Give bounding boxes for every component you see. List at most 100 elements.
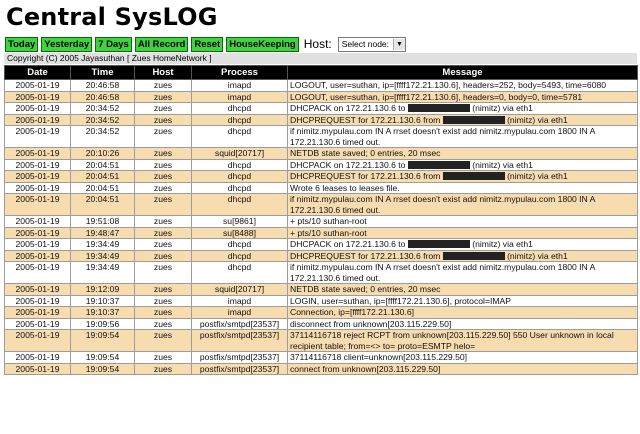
message-text-suffix: (nimitz) via eth1 — [504, 114, 568, 125]
cell-date: 2005-01-19 — [4, 90, 71, 103]
host-label: Host: — [303, 37, 332, 51]
cell-message: DHCPREQUEST for 172.21.130.6 from (nimit… — [287, 113, 638, 126]
housekeeping-button[interactable]: HouseKeeping — [226, 36, 299, 52]
cell-host: zues — [134, 238, 192, 251]
table-row: 2005-01-19 19:09:54 zues postfix/smtpd[2353… — [4, 329, 638, 352]
cell-process: dhcpd — [191, 170, 288, 183]
cell-process: dhcpd — [191, 261, 288, 284]
cell-process: su[8488] — [191, 226, 288, 239]
cell-message: LOGIN, user=suthan, ip=[ffff172.21.130.6… — [287, 294, 638, 307]
table-row: 2005-01-19 20:34:52 zues dhcpd if nimitz.myp… — [4, 125, 638, 148]
cell-time: 19:09:56 — [70, 317, 135, 330]
message-text: connect from unknown[203.115.229.50] — [290, 363, 441, 374]
table-row: 2005-01-19 20:04:51 zues dhcpd DHCPREQUEST f… — [4, 170, 638, 183]
table-row: 2005-01-19 20:04:51 zues dhcpd DHCPACK on 17… — [4, 158, 638, 171]
cell-time: 19:09:54 — [70, 351, 135, 364]
all-record-button[interactable]: All Record — [134, 36, 189, 52]
cell-process: postfix/smtpd[23537] — [191, 362, 288, 375]
cell-message: LOGOUT, user=suthan, ip=[ffff172.21.130.… — [287, 79, 638, 92]
message-text: DHCPREQUEST for 172.21.130.6 from — [290, 250, 443, 261]
cell-message: DHCPACK on 172.21.130.6 to (nimitz) via … — [287, 238, 638, 251]
cell-message: if nimitz.mypulau.com IN A rrset doesn't… — [287, 193, 638, 216]
message-text: DHCPREQUEST for 172.21.130.6 from — [290, 114, 443, 125]
cell-host: zues — [134, 158, 192, 171]
cell-time: 20:34:52 — [70, 102, 135, 115]
cell-time: 19:09:54 — [70, 362, 135, 375]
cell-message: + pts/10 suthan-root — [287, 215, 638, 228]
cell-date: 2005-01-19 — [4, 294, 71, 307]
cell-date: 2005-01-19 — [4, 306, 71, 319]
cell-host: zues — [134, 113, 192, 126]
cell-message: disconnect from unknown[203.115.229.50] — [287, 317, 638, 330]
message-text: LOGOUT, user=suthan, ip=[ffff172.21.130.… — [290, 80, 607, 90]
7-days-button[interactable]: 7 Days — [95, 36, 132, 52]
today-button[interactable]: Today — [5, 36, 39, 52]
message-text: + pts/10 suthan-root — [290, 227, 367, 238]
cell-host: zues — [134, 362, 192, 375]
table-row: 2005-01-19 20:10:26 zues squid[20717] NETDB … — [4, 147, 638, 160]
redacted-hostname-block — [442, 115, 505, 124]
cell-date: 2005-01-19 — [4, 238, 71, 251]
cell-host: zues — [134, 102, 192, 115]
cell-date: 2005-01-19 — [4, 79, 71, 92]
message-text: DHCPACK on 172.21.130.6 to — [290, 103, 408, 113]
host-select-value: Select node: — [341, 39, 390, 49]
copyright-bar: Copyright (C) 2005 Jayasuthan [ Zues Hom… — [4, 53, 637, 64]
message-text: DHCPREQUEST for 172.21.130.6 from — [290, 171, 443, 181]
cell-process: postfix/smtpd[23537] — [191, 329, 288, 352]
table-row: 2005-01-19 20:34:52 zues dhcpd DHCPACK on 17… — [4, 102, 638, 115]
cell-date: 2005-01-19 — [4, 226, 71, 239]
cell-process: imapd — [191, 79, 288, 92]
column-header-host: Host — [134, 65, 192, 80]
toolbar: Today Yesterday 7 Days All Record Reset … — [5, 36, 407, 52]
cell-host: zues — [134, 215, 192, 228]
cell-process: dhcpd — [191, 113, 288, 126]
cell-date: 2005-01-19 — [4, 362, 71, 375]
cell-date: 2005-01-19 — [4, 329, 71, 352]
cell-host: zues — [134, 226, 192, 239]
cell-process: dhcpd — [191, 181, 288, 194]
redacted-hostname-block — [407, 104, 470, 112]
table-row: 2005-01-19 20:34:52 zues dhcpd DHCPREQUEST f… — [4, 113, 638, 126]
cell-process: squid[20717] — [191, 283, 288, 296]
cell-time: 19:12:09 — [70, 283, 135, 296]
cell-date: 2005-01-19 — [4, 147, 71, 160]
message-text: Connection, ip=[ffff172.21.130.6] — [290, 307, 414, 317]
cell-time: 20:04:51 — [70, 158, 135, 171]
reset-button[interactable]: Reset — [191, 36, 224, 52]
cell-host: zues — [134, 170, 192, 183]
table-row: 2005-01-19 20:04:51 zues dhcpd Wrote 6 lease… — [4, 181, 638, 194]
host-select[interactable]: Select node: ▼ — [337, 36, 407, 52]
table-row: 2005-01-19 19:09:56 zues postfix/smtpd[2353… — [4, 317, 638, 330]
cell-process: dhcpd — [191, 102, 288, 115]
cell-process: postfix/smtpd[23537] — [191, 351, 288, 364]
redacted-hostname-block — [407, 240, 470, 248]
cell-date: 2005-01-19 — [4, 215, 71, 228]
column-header-message: Message — [287, 65, 638, 80]
chevron-down-icon[interactable]: ▼ — [393, 38, 406, 50]
message-text: if nimitz.mypulau.com IN A rrset doesn't… — [290, 262, 595, 283]
cell-process: imapd — [191, 306, 288, 319]
message-text: if nimitz.mypulau.com IN A rrset doesn't… — [290, 194, 595, 215]
cell-process: dhcpd — [191, 158, 288, 171]
cell-message: NETDB state saved; 0 entries, 20 msec — [287, 147, 638, 160]
message-text: DHCPACK on 172.21.130.6 to — [290, 239, 408, 249]
cell-process: squid[20717] — [191, 147, 288, 160]
table-row: 2005-01-19 20:46:58 zues imapd LOGOUT, user=… — [4, 90, 638, 103]
cell-time: 20:34:52 — [70, 113, 135, 126]
cell-process: dhcpd — [191, 125, 288, 148]
cell-time: 20:46:58 — [70, 90, 135, 103]
cell-host: zues — [134, 147, 192, 160]
cell-date: 2005-01-19 — [4, 249, 71, 262]
cell-time: 19:34:49 — [70, 261, 135, 284]
message-text-suffix: (nimitz) via eth1 — [469, 239, 533, 249]
cell-process: dhcpd — [191, 238, 288, 251]
message-text-suffix: (nimitz) via eth1 — [504, 171, 568, 181]
cell-time: 19:51:08 — [70, 215, 135, 228]
cell-time: 20:04:51 — [70, 181, 135, 194]
yesterday-button[interactable]: Yesterday — [41, 36, 93, 52]
message-text: LOGIN, user=suthan, ip=[ffff172.21.130.6… — [290, 295, 511, 306]
cell-time: 19:34:49 — [70, 238, 135, 251]
message-text: LOGOUT, user=suthan, ip=[ffff172.21.130.… — [290, 91, 583, 102]
redacted-hostname-block — [442, 251, 505, 260]
